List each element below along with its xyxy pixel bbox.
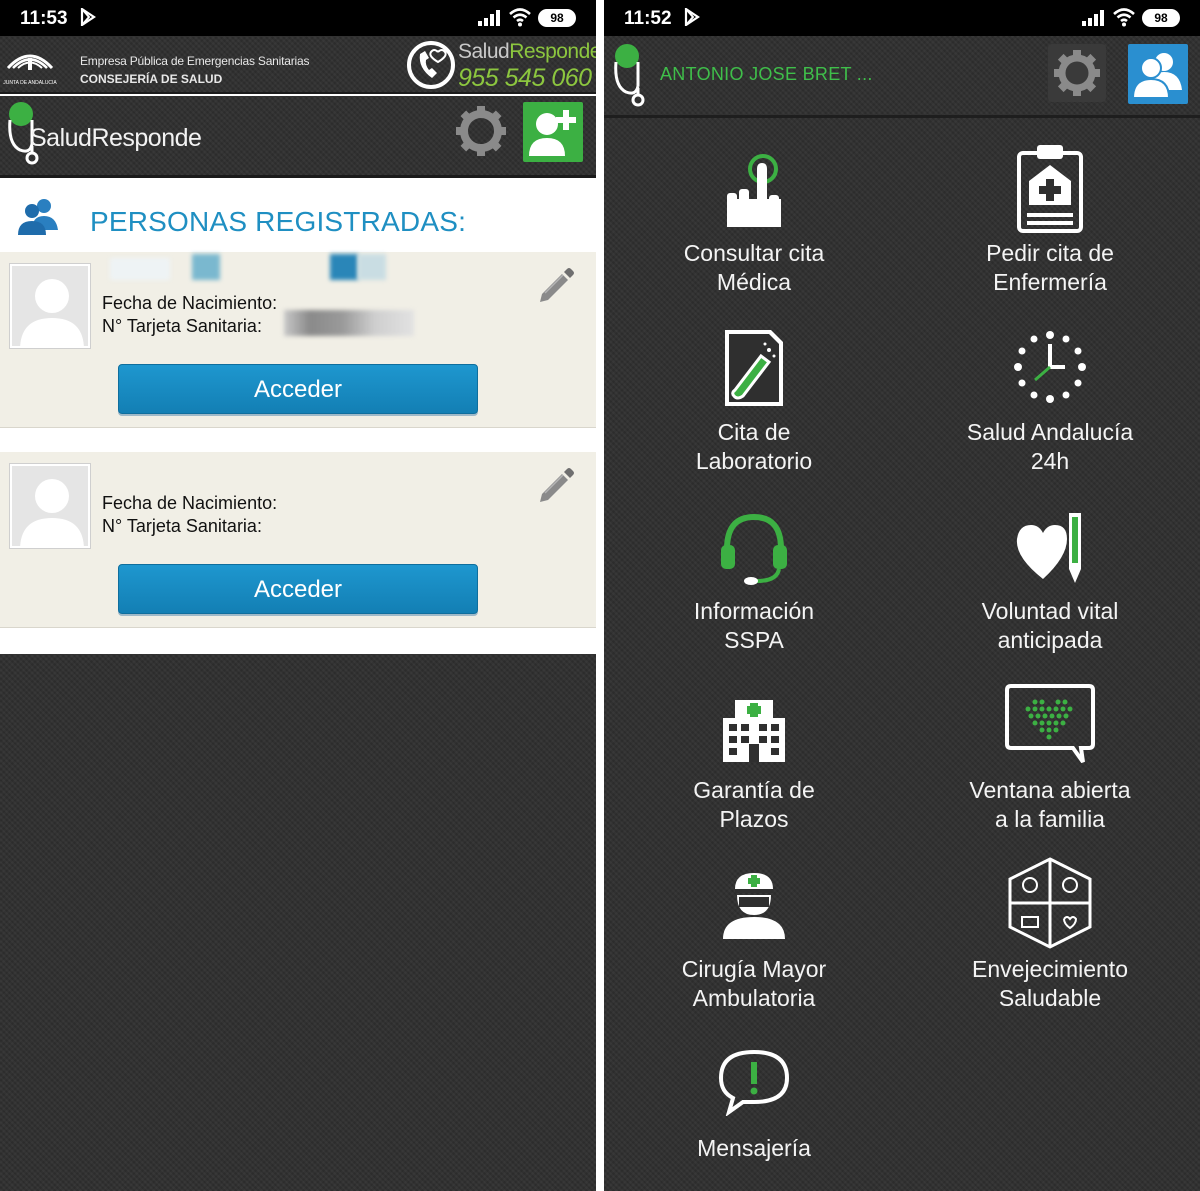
users-icon	[1131, 53, 1182, 99]
services-grid: Consultar cita Médica Pedir cita de Enferm…	[604, 121, 1200, 1191]
menu-informacion-sspa[interactable]: Información SSPA	[606, 479, 902, 657]
card-divider	[0, 428, 596, 452]
stethoscope-logo-icon	[614, 44, 645, 107]
status-time: 11:53	[20, 8, 68, 29]
status-bar: 11:53 98	[0, 0, 596, 36]
default-avatar-icon	[12, 266, 88, 346]
empty-area	[0, 654, 596, 1191]
signal-icon	[478, 10, 500, 26]
current-user-name[interactable]: ANTONIO JOSE BRET ...	[660, 64, 873, 85]
menu-mensajeria[interactable]: Mensajería	[606, 1016, 902, 1191]
person-card: Fecha de Nacimiento: N° Tarjeta Sanitari…	[0, 252, 596, 428]
screen-divider	[596, 0, 604, 1191]
menu-label: Ventana abierta a la familia	[969, 777, 1131, 832]
access-button[interactable]: Acceder	[118, 364, 478, 414]
people-icon	[18, 199, 58, 235]
menu-pedir-cita-enfermeria[interactable]: Pedir cita de Enfermería	[902, 121, 1198, 299]
services-menu-screen: 11:52 98 ANTONIO JOSE BRET ... Consultar…	[604, 0, 1200, 1191]
battery-indicator: 98	[1142, 9, 1180, 27]
hand-tap-icon	[727, 154, 781, 227]
hex-grid-icon	[1008, 857, 1092, 949]
menu-label: Consultar cita Médica	[683, 240, 825, 295]
svg-text:JUNTA DE ANDALUCIA: JUNTA DE ANDALUCIA	[3, 80, 57, 86]
lab-tube-icon	[725, 330, 783, 406]
clipboard-cross-icon	[1017, 145, 1083, 233]
saludresponde-brand: SaludResponde	[458, 40, 596, 63]
menu-label: Garantía de Plazos	[693, 777, 815, 832]
gov-agency-line: Empresa Pública de Emergencias Sanitaria…	[80, 54, 310, 68]
menu-garantia-plazos[interactable]: Garantía de Plazos	[606, 658, 902, 836]
menu-label: Mensajería	[697, 1135, 811, 1161]
birth-date-label: Fecha de Nacimiento:	[102, 493, 278, 513]
play-store-icon	[80, 8, 96, 26]
app-brand-name: SaludResponde	[30, 124, 202, 152]
battery-indicator: 98	[538, 9, 576, 27]
wifi-icon	[509, 8, 531, 27]
menu-label: Cita de Laboratorio	[695, 419, 813, 474]
message-alert-icon	[718, 1049, 790, 1116]
menu-voluntad-vital[interactable]: Voluntad vital anticipada	[902, 479, 1198, 657]
settings-button[interactable]	[1048, 44, 1106, 102]
health-card-label: N° Tarjeta Sanitaria:	[102, 516, 262, 536]
hospital-icon	[723, 700, 785, 762]
menu-label: Voluntad vital anticipada	[981, 598, 1119, 653]
access-button[interactable]: Acceder	[118, 564, 478, 614]
menu-label: Salud Andalucía 24h	[966, 419, 1134, 474]
menu-label: Pedir cita de Enfermería	[986, 240, 1114, 295]
surgeon-icon	[723, 873, 785, 939]
persons-screen: 11:53 98 JUNTA DE ANDALUCIA Empresa Públ…	[0, 0, 596, 1191]
add-person-button[interactable]	[523, 102, 583, 162]
section-title: PERSONAS REGISTRADAS:	[90, 206, 467, 237]
edit-pencil-icon[interactable]	[536, 464, 576, 504]
default-avatar-icon	[12, 466, 88, 546]
wifi-icon	[1113, 8, 1135, 27]
add-user-icon	[529, 110, 576, 156]
menu-label: Cirugía Mayor Ambulatoria	[681, 956, 827, 1011]
switch-user-button[interactable]	[1128, 44, 1188, 104]
signal-icon	[1082, 10, 1104, 26]
saludresponde-phone[interactable]: 955 545 060	[458, 64, 592, 93]
headset-icon	[721, 513, 787, 585]
menu-salud-andalucia-24h[interactable]: Salud Andalucía 24h	[902, 300, 1198, 478]
health-card-label: N° Tarjeta Sanitaria:	[102, 316, 262, 336]
menu-consultar-cita[interactable]: Consultar cita Médica	[606, 121, 902, 299]
settings-gear-icon	[1054, 50, 1100, 96]
clock-icon	[1014, 331, 1086, 403]
list-bottom-spacer	[0, 628, 596, 654]
menu-ventana-abierta[interactable]: Ventana abierta a la familia	[902, 658, 1198, 836]
heart-pen-icon	[1016, 513, 1081, 583]
phone-heart-icon	[407, 41, 455, 89]
edit-pencil-icon[interactable]	[536, 264, 576, 304]
avatar	[10, 464, 90, 548]
status-bar: 11:52 98	[604, 0, 1200, 36]
settings-gear-icon[interactable]	[452, 102, 510, 160]
play-store-icon	[684, 8, 700, 26]
menu-cita-laboratorio[interactable]: Cita de Laboratorio	[606, 300, 902, 478]
junta-andalucia-logo: JUNTA DE ANDALUCIA	[3, 54, 57, 86]
avatar	[10, 264, 90, 348]
menu-label: Información SSPA	[693, 598, 815, 653]
status-time: 11:52	[624, 8, 672, 29]
menu-label: Envejecimiento Saludable	[972, 956, 1128, 1011]
heart-dots-icon	[1005, 684, 1095, 764]
person-card: Fecha de Nacimiento: N° Tarjeta Sanitari…	[0, 452, 596, 628]
gov-ministry-line: CONSEJERÍA DE SALUD	[80, 72, 223, 86]
menu-envejecimiento-saludable[interactable]: Envejecimiento Saludable	[902, 837, 1198, 1015]
birth-date-label: Fecha de Nacimiento:	[102, 293, 278, 313]
menu-cirugia-mayor[interactable]: Cirugía Mayor Ambulatoria	[606, 837, 902, 1015]
